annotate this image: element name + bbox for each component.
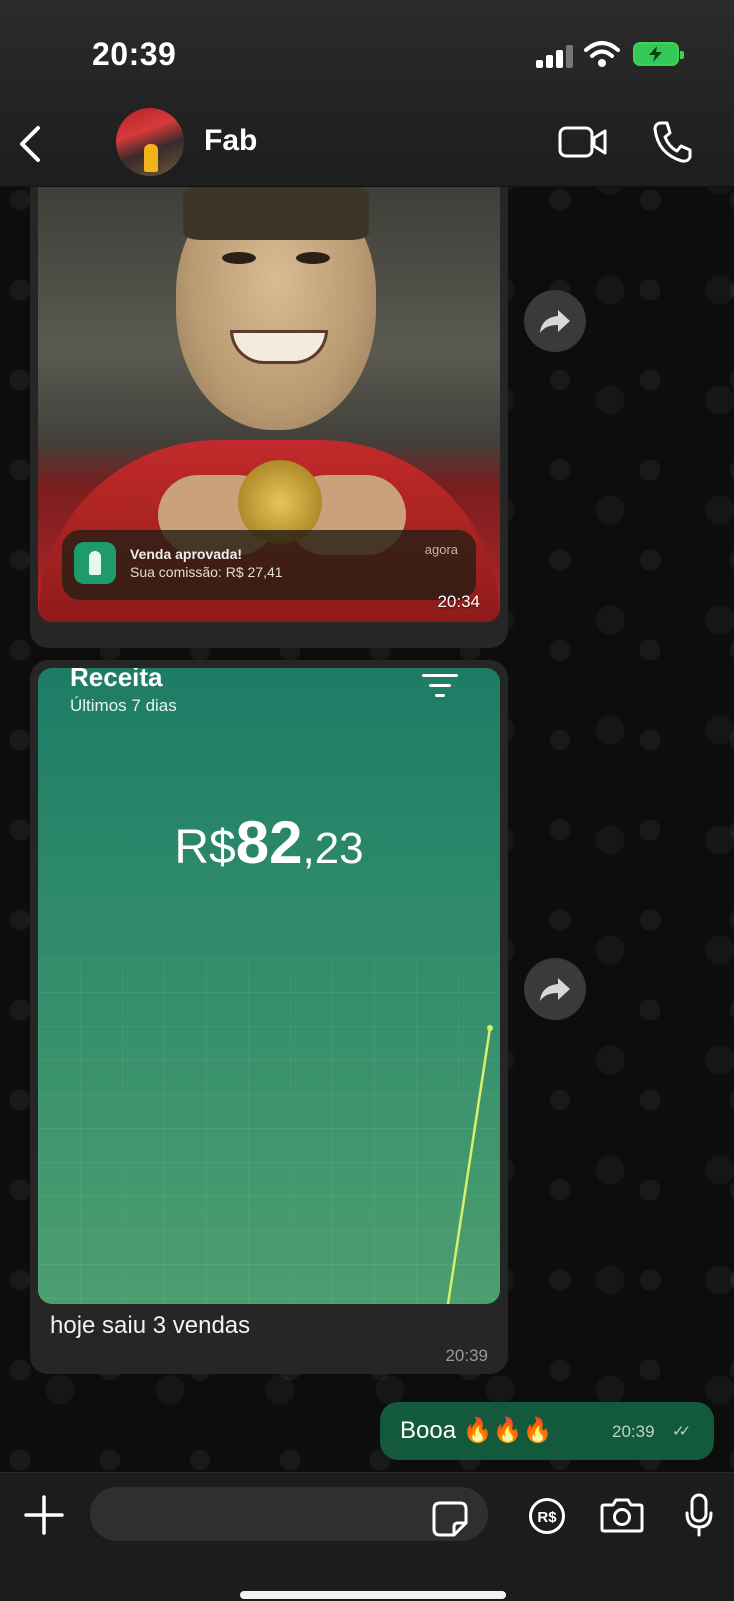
- voice-call-button[interactable]: [652, 120, 692, 169]
- phone-icon: [653, 121, 692, 163]
- video-call-button[interactable]: [558, 124, 608, 165]
- message-timestamp: 20:34: [437, 592, 480, 611]
- microphone-icon: [685, 1493, 713, 1537]
- message-input-bar: R$: [0, 1472, 734, 1601]
- notification-body: Sua comissão: R$ 27,41: [130, 564, 283, 580]
- chat-header: 20:39 Fab: [0, 0, 734, 187]
- attach-button[interactable]: [24, 1495, 64, 1540]
- plus-icon: [24, 1495, 64, 1535]
- camera-button[interactable]: [600, 1497, 644, 1538]
- payment-button[interactable]: R$: [528, 1497, 566, 1540]
- photo-eye: [222, 252, 256, 264]
- contact-name[interactable]: Fab: [204, 124, 257, 158]
- pix-payment-icon: R$: [529, 1498, 565, 1534]
- notification-title: Venda aprovada!: [130, 546, 243, 562]
- message-timestamp: 20:39: [612, 1422, 655, 1441]
- sale-notification: Venda aprovada! Sua comissão: R$ 27,41 a…: [62, 530, 476, 600]
- message-image-bubble[interactable]: Venda aprovada! Sua comissão: R$ 27,41 a…: [30, 170, 508, 648]
- chevron-left-icon: [20, 126, 40, 162]
- message-screenshot[interactable]: Receita Últimos 7 dias R$82,23: [38, 668, 500, 1304]
- photo-eye: [296, 252, 330, 264]
- message-text: Booa 🔥🔥🔥: [400, 1417, 553, 1444]
- wifi-icon: [584, 41, 620, 67]
- contact-avatar[interactable]: [116, 108, 184, 176]
- svg-text:R$: R$: [537, 1509, 557, 1526]
- battery-icon: [633, 42, 684, 66]
- message-caption: hoje saiu 3 vendas: [50, 1312, 251, 1339]
- sticker-icon: [432, 1501, 468, 1537]
- cactus-app-icon: [74, 542, 116, 584]
- avatar-figure: [144, 144, 158, 172]
- forward-arrow-icon: [540, 310, 570, 333]
- forward-arrow-icon: [540, 978, 570, 1001]
- message-timestamp: 20:39: [445, 1346, 488, 1365]
- read-receipt-icon: ✓✓: [672, 1423, 691, 1440]
- message-input[interactable]: [90, 1487, 488, 1541]
- voice-message-button[interactable]: [684, 1493, 714, 1542]
- outgoing-message-bubble[interactable]: Booa 🔥🔥🔥 20:39 ✓✓: [380, 1402, 714, 1460]
- notification-time: agora: [424, 542, 458, 557]
- message-image-caption-bubble[interactable]: Receita Últimos 7 dias R$82,23 hoje saiu…: [30, 660, 508, 1374]
- forward-button[interactable]: [524, 290, 586, 352]
- camera-icon: [600, 1498, 644, 1533]
- cellular-signal-icon: [536, 44, 573, 68]
- video-camera-icon: [558, 126, 607, 158]
- message-photo[interactable]: Venda aprovada! Sua comissão: R$ 27,41 a…: [38, 170, 500, 622]
- forward-button[interactable]: [524, 958, 586, 1020]
- home-indicator: [240, 1591, 506, 1599]
- status-time: 20:39: [92, 36, 177, 72]
- revenue-line: [446, 1025, 493, 1304]
- sticker-button[interactable]: [432, 1501, 468, 1542]
- back-button[interactable]: [16, 124, 42, 169]
